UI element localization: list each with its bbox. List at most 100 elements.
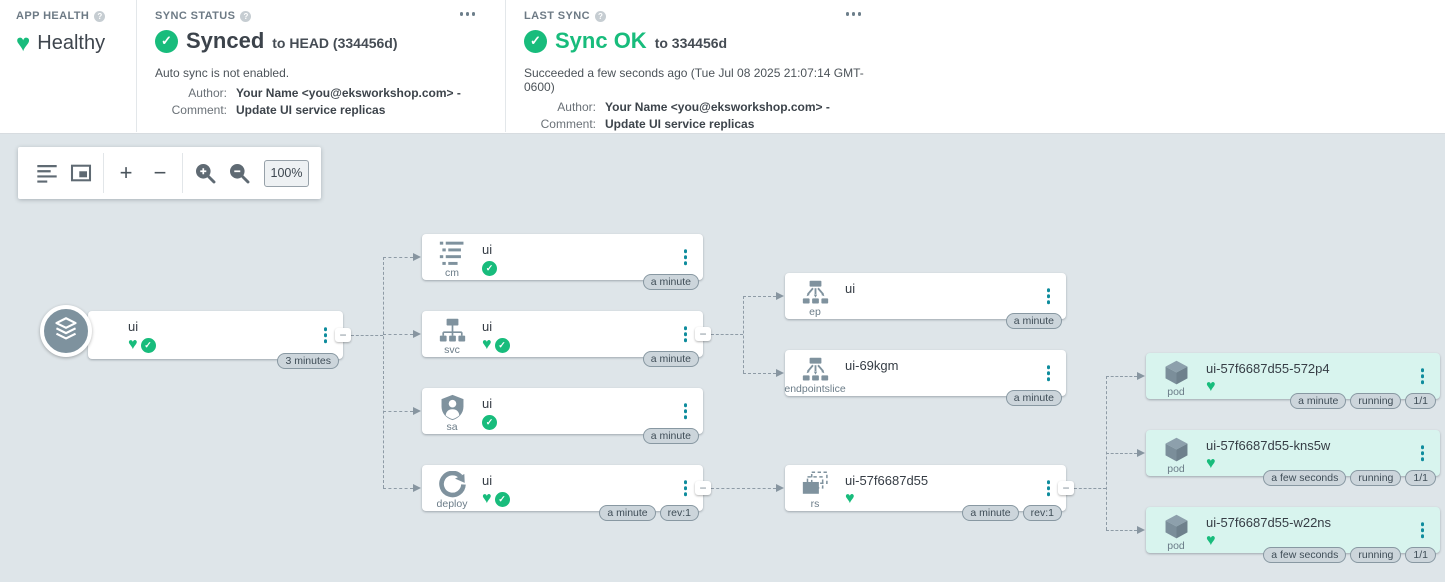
graph-node-rs[interactable]: rsui-57f6687d55♥a minuterev:1 (785, 465, 1066, 511)
pod-icon: pod (1146, 507, 1206, 553)
resource-name: ui-57f6687d55-kns5w (1206, 438, 1440, 453)
sync-target: to HEAD (334456d) (272, 31, 397, 51)
collapse-node-button[interactable]: − (695, 481, 711, 495)
graph-node-ep[interactable]: epuia minute (785, 273, 1066, 319)
app-status-bar: APP HEALTH ? ♥ Healthy SYNC STATUS ? ✓ S… (0, 0, 1445, 134)
edge-line (1106, 530, 1137, 531)
last-sync-note: Succeeded a few seconds ago (Tue Jul 08 … (524, 66, 887, 94)
node-menu-icon[interactable] (681, 246, 691, 268)
graph-node-pod[interactable]: podui-57f6687d55-kns5w♥a few secondsrunn… (1146, 430, 1440, 476)
resource-name: ui (482, 396, 703, 411)
zoom-percent-input[interactable]: 100% (264, 160, 309, 187)
node-menu-icon[interactable] (681, 400, 691, 422)
author-value: Your Name <you@eksworkshop.com> - (236, 86, 505, 100)
collapse-node-button[interactable]: − (1058, 481, 1074, 495)
edge-line (383, 257, 413, 258)
node-badge: a minute (1290, 393, 1346, 409)
edge-arrow-icon (1137, 449, 1145, 457)
node-menu-icon[interactable] (321, 324, 331, 346)
node-menu-icon[interactable] (1044, 362, 1054, 384)
node-menu-icon[interactable] (681, 323, 691, 345)
help-icon[interactable]: ? (94, 11, 105, 22)
edge-line (1106, 453, 1137, 454)
serviceaccount-icon (439, 394, 466, 421)
collapse-node-button[interactable]: − (335, 328, 351, 342)
resource-tree-canvas[interactable]: + − 100% −−−− ui♥✓3 minutescmui✓a minute… (0, 134, 1445, 582)
endpoints-icon (802, 279, 829, 306)
node-menu-icon[interactable] (1418, 365, 1428, 387)
endpointslice-icon (802, 356, 829, 383)
graph-node-svc[interactable]: svcui♥✓a minute (422, 311, 703, 357)
node-badge: rev:1 (660, 505, 699, 521)
zoom-out-button[interactable]: − (143, 155, 177, 191)
graph-node-endpointslice[interactable]: endpointsliceui-69kgma minute (785, 350, 1066, 396)
ellipsis-menu-icon[interactable] (456, 8, 480, 20)
node-badge: a few seconds (1263, 470, 1346, 486)
healthy-heart-icon: ♥ (482, 338, 492, 352)
node-badge: rev:1 (1023, 505, 1062, 521)
layout-icon[interactable] (30, 155, 64, 191)
resource-kind-label: rs (811, 498, 820, 510)
pod-cube-icon (1163, 513, 1190, 540)
edge-line (1106, 376, 1137, 377)
node-menu-icon[interactable] (1418, 519, 1428, 541)
application-icon (40, 305, 92, 357)
edge-line (383, 411, 413, 412)
graph-node-sa[interactable]: saui✓a minute (422, 388, 703, 434)
fit-to-screen-icon[interactable] (64, 155, 98, 191)
sync-status-value: Synced (186, 28, 264, 54)
rs-icon: rs (785, 465, 845, 511)
magnifier-minus-icon[interactable] (222, 155, 256, 191)
node-badge: a few seconds (1263, 547, 1346, 563)
pod-icon: pod (1146, 353, 1206, 399)
author-value: Your Name <you@eksworkshop.com> - (605, 100, 887, 114)
edge-line (383, 488, 413, 489)
healthy-heart-icon: ♥ (128, 338, 138, 352)
node-menu-icon[interactable] (681, 477, 691, 499)
node-menu-icon[interactable] (1044, 477, 1054, 499)
resource-name: ui-69kgm (845, 358, 1066, 373)
application-layers-icon (49, 314, 83, 348)
node-badge: a minute (1006, 313, 1062, 329)
node-menu-icon[interactable] (1044, 285, 1054, 307)
graph-node-deploy[interactable]: deployui♥✓a minuterev:1 (422, 465, 703, 511)
deploy-icon: deploy (422, 465, 482, 511)
comment-label: Comment: (524, 117, 596, 131)
healthy-heart-icon: ♥ (482, 492, 492, 506)
svc-icon: svc (422, 311, 482, 357)
graph-node-pod[interactable]: podui-57f6687d55-572p4♥a minuterunning1/… (1146, 353, 1440, 399)
graph-node-application[interactable]: ui♥✓3 minutes (88, 311, 343, 359)
resource-name: ui-57f6687d55-w22ns (1206, 515, 1440, 530)
edge-arrow-icon (1137, 372, 1145, 380)
node-badge: a minute (643, 428, 699, 444)
edge-arrow-icon (776, 292, 784, 300)
node-badge: a minute (599, 505, 655, 521)
graph-node-cm[interactable]: cmui✓a minute (422, 234, 703, 280)
graph-node-pod[interactable]: podui-57f6687d55-w22ns♥a few secondsrunn… (1146, 507, 1440, 553)
sa-icon: sa (422, 388, 482, 434)
resource-name: ui (482, 242, 703, 257)
sync-status-panel: SYNC STATUS ? ✓ Synced to HEAD (334456d)… (136, 0, 505, 132)
edge-arrow-icon (776, 369, 784, 377)
healthy-heart-icon: ♥ (1206, 380, 1216, 394)
comment-label: Comment: (155, 103, 227, 117)
app-health-panel: APP HEALTH ? ♥ Healthy (0, 0, 136, 132)
resource-name: ui (128, 319, 343, 334)
edge-line (383, 257, 384, 488)
ellipsis-menu-icon[interactable] (842, 8, 866, 20)
help-icon[interactable]: ? (595, 11, 606, 22)
sync-status-label: SYNC STATUS (155, 10, 235, 22)
collapse-node-button[interactable]: − (695, 327, 711, 341)
resource-name: ui-57f6687d55-572p4 (1206, 361, 1440, 376)
synced-check-icon: ✓ (495, 338, 510, 353)
app-health-value: Healthy (37, 32, 105, 55)
resource-kind-label: pod (1167, 463, 1185, 475)
help-icon[interactable]: ? (240, 11, 251, 22)
zoom-in-button[interactable]: + (109, 155, 143, 191)
resource-kind-label: ep (809, 306, 821, 318)
resource-kind-label: svc (444, 344, 460, 356)
sync-ok-check-icon: ✓ (524, 30, 547, 53)
magnifier-plus-icon[interactable] (188, 155, 222, 191)
app-health-label: APP HEALTH (16, 10, 89, 22)
node-menu-icon[interactable] (1418, 442, 1428, 464)
